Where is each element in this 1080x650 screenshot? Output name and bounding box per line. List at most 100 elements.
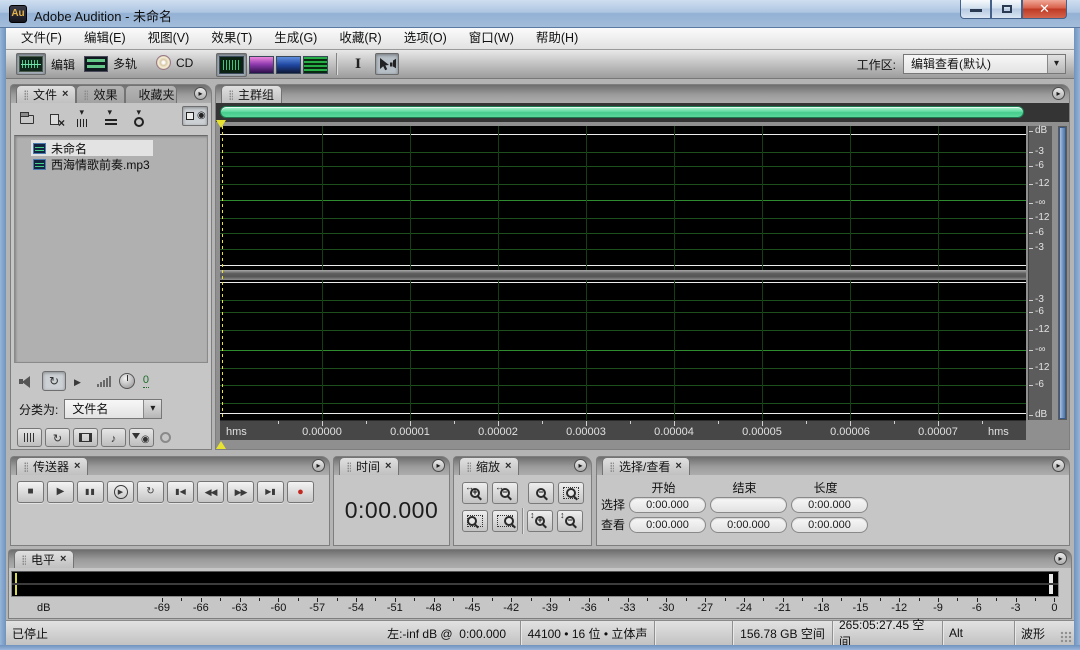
edit-view-label[interactable]: 编辑	[51, 56, 75, 73]
multitrack-view-icon[interactable]	[84, 55, 108, 72]
tab-zoom[interactable]: 缩放	[459, 457, 520, 475]
file-item[interactable]: 未命名	[31, 140, 153, 156]
preview-volume-value[interactable]: 0	[142, 374, 150, 388]
panel-menu-button[interactable]	[574, 459, 587, 472]
file-list[interactable]: 未命名 西海情歌前奏.mp3	[14, 135, 208, 363]
tab-close-icon[interactable]	[385, 461, 391, 472]
menu-item-6[interactable]: 收藏(R)	[328, 28, 392, 49]
zoom-to-selection-right-button[interactable]	[492, 510, 518, 532]
waveform-display-button[interactable]	[216, 53, 247, 77]
tab-main-group[interactable]: 主群组	[221, 85, 283, 103]
zoom-out-full-button[interactable]: −	[528, 482, 554, 504]
midi-filter-button[interactable]	[101, 428, 126, 447]
tab-effects[interactable]: 效果	[76, 85, 126, 103]
open-file-button[interactable]	[17, 110, 36, 128]
scrollbar-thumb[interactable]	[1059, 127, 1066, 419]
workspace-dropdown[interactable]: 编辑查看(默认)	[903, 54, 1066, 74]
playhead-marker-top[interactable]	[216, 120, 226, 128]
go-to-start-button[interactable]: ▮◀	[167, 481, 194, 503]
playhead-marker-bottom[interactable]	[216, 441, 226, 449]
db-ruler[interactable]: dB -3 -6 -12 -∞ -12 -6 -3 -3 -6 -12 -∞ -12 -6 dB	[1028, 126, 1052, 420]
panel-menu-button[interactable]	[194, 87, 207, 100]
selection-length-field[interactable]: 0:00.000	[791, 496, 868, 513]
pause-button[interactable]: ▮▮	[77, 481, 104, 503]
insert-multitrack-button[interactable]	[101, 107, 120, 128]
preview-play-button[interactable]	[74, 372, 81, 390]
record-button[interactable]: ●	[287, 481, 314, 503]
cd-view-icon[interactable]	[156, 55, 171, 70]
menu-item-3[interactable]: 视图(V)	[137, 28, 201, 49]
menu-item-4[interactable]: 效果(T)	[200, 28, 263, 49]
file-item[interactable]: 西海情歌前奏.mp3	[31, 156, 155, 172]
tab-close-icon[interactable]	[505, 461, 511, 472]
show-options-button[interactable]	[182, 106, 208, 126]
zoom-out-horizontal-button[interactable]: ↔ −	[492, 482, 518, 504]
fast-forward-button[interactable]: ▶▶	[227, 481, 254, 503]
close-file-button[interactable]	[45, 110, 65, 130]
edit-view-button[interactable]	[16, 53, 46, 75]
channel-divider[interactable]	[220, 270, 1026, 280]
tab-close-icon[interactable]	[60, 554, 66, 565]
vertical-zoom-scrollbar[interactable]	[1058, 126, 1067, 420]
menu-item-7[interactable]: 选项(O)	[393, 28, 458, 49]
spectral-phase-display-icon[interactable]	[303, 56, 328, 74]
video-filter-button[interactable]	[73, 428, 98, 447]
multitrack-view-label[interactable]: 多轨	[113, 55, 137, 72]
panel-menu-button[interactable]	[1052, 459, 1065, 472]
sort-by-dropdown[interactable]: 文件名	[64, 399, 163, 419]
minimize-button[interactable]	[960, 0, 991, 19]
menu-item-5[interactable]: 生成(G)	[263, 28, 328, 49]
scrub-tool-icon[interactable]	[375, 53, 399, 75]
zoom-in-vertical-button[interactable]: ↕ +	[527, 510, 553, 532]
selection-end-field[interactable]	[710, 496, 787, 513]
tab-close-icon[interactable]	[74, 461, 80, 472]
go-to-end-button[interactable]: ▶▮	[257, 481, 284, 503]
tab-levels[interactable]: 电平	[14, 550, 75, 568]
play-button[interactable]: ▶	[47, 481, 74, 503]
close-button[interactable]: ✕	[1022, 0, 1067, 19]
panel-menu-button[interactable]	[1054, 552, 1067, 565]
tab-time[interactable]: 时间	[339, 457, 400, 475]
tab-favorites[interactable]: 收藏夹	[125, 85, 178, 103]
insert-cd-button[interactable]	[129, 107, 148, 128]
zoom-out-vertical-button[interactable]: ↕ −	[557, 510, 583, 532]
zoom-to-selection-button[interactable]	[558, 482, 584, 504]
resize-grip-icon[interactable]	[1060, 631, 1072, 643]
loop-play-button[interactable]: ↻	[137, 481, 164, 503]
panel-menu-button[interactable]	[432, 459, 445, 472]
tab-close-icon[interactable]	[62, 89, 68, 100]
overview-bar[interactable]	[220, 106, 1024, 118]
level-meter[interactable]	[11, 571, 1059, 597]
tab-files[interactable]: 文件	[16, 85, 77, 103]
view-end-field[interactable]: 0:00.000	[710, 516, 787, 533]
title-bar[interactable]: Au Adobe Audition - 未命名 ✕	[0, 0, 1080, 28]
menu-item-1[interactable]: 文件(F)	[10, 28, 73, 49]
spectral-frequency-display-icon[interactable]	[249, 56, 274, 74]
time-selection-tool-icon[interactable]: I	[346, 53, 370, 75]
loop-filter-button[interactable]	[45, 428, 70, 447]
maximize-button[interactable]	[991, 0, 1022, 19]
rewind-button[interactable]: ◀◀	[197, 481, 224, 503]
tab-close-icon[interactable]	[675, 461, 681, 472]
import-audio-button[interactable]	[73, 107, 92, 128]
stop-button[interactable]: ■	[17, 481, 44, 503]
time-display[interactable]: 0:00.000	[334, 497, 449, 524]
play-from-cursor-button[interactable]: ▶	[107, 481, 134, 503]
options-filter-button[interactable]	[129, 428, 154, 447]
loop-preview-button[interactable]	[42, 371, 66, 391]
tab-selection-view[interactable]: 选择/查看	[602, 457, 690, 475]
menu-item-8[interactable]: 窗口(W)	[458, 28, 525, 49]
cd-view-label[interactable]: CD	[176, 56, 193, 70]
menu-item-9[interactable]: 帮助(H)	[525, 28, 589, 49]
selection-start-field[interactable]: 0:00.000	[629, 496, 706, 513]
audio-filter-button[interactable]	[17, 428, 42, 447]
waveform-display[interactable]	[220, 126, 1026, 420]
spectral-pan-display-icon[interactable]	[276, 56, 301, 74]
zoom-to-selection-left-button[interactable]	[462, 510, 488, 532]
tab-transport[interactable]: 传送器	[16, 457, 89, 475]
preview-volume-knob[interactable]	[118, 373, 135, 389]
menu-item-2[interactable]: 编辑(E)	[73, 28, 137, 49]
zoom-in-horizontal-button[interactable]: ↔ +	[462, 482, 488, 504]
view-start-field[interactable]: 0:00.000	[629, 516, 706, 533]
time-ruler[interactable]: hms hms 0.00000 0.00001 0.00002 0.00003 0.00…	[220, 420, 1026, 440]
